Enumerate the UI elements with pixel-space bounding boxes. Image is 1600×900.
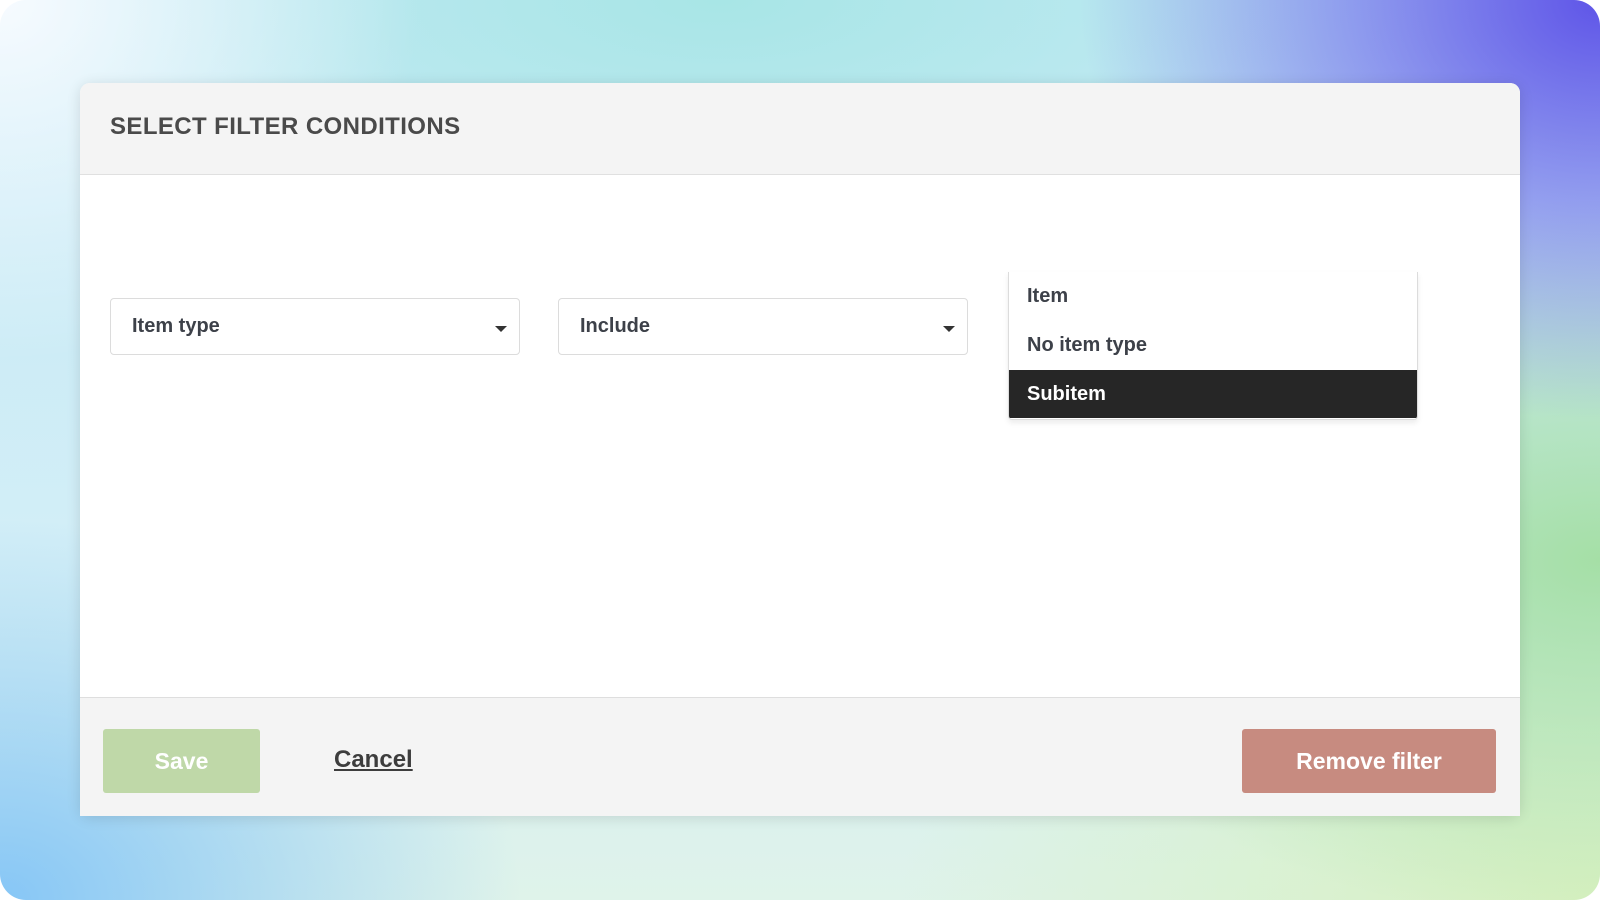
chevron-down-icon	[495, 326, 507, 332]
field-select[interactable]: Item type	[110, 298, 520, 355]
option-label: Item	[1027, 285, 1069, 307]
save-button[interactable]: Save	[103, 729, 260, 793]
option-no-item-type[interactable]: No item type	[1009, 321, 1417, 369]
dialog-header: SELECT FILTER CONDITIONS	[80, 83, 1520, 175]
option-label: No item type	[1027, 334, 1148, 356]
option-dropdown-menu: Item No item type Subitem	[1008, 272, 1418, 420]
field-select-value: Item type	[132, 315, 220, 337]
save-button-label: Save	[154, 748, 209, 774]
dialog-title: SELECT FILTER CONDITIONS	[110, 113, 461, 140]
option-label: Subitem	[1027, 383, 1106, 405]
cancel-button[interactable]: Cancel	[334, 746, 413, 774]
remove-filter-button-label: Remove filter	[1296, 748, 1442, 774]
operator-select-value: Include	[580, 315, 651, 337]
operator-select[interactable]: Include	[558, 298, 968, 355]
dialog-footer: Save Cancel Remove filter	[80, 697, 1520, 816]
option-subitem[interactable]: Subitem	[1009, 370, 1417, 418]
remove-filter-button[interactable]: Remove filter	[1242, 729, 1496, 793]
option-item[interactable]: Item	[1009, 272, 1417, 320]
chevron-down-icon	[943, 326, 955, 332]
